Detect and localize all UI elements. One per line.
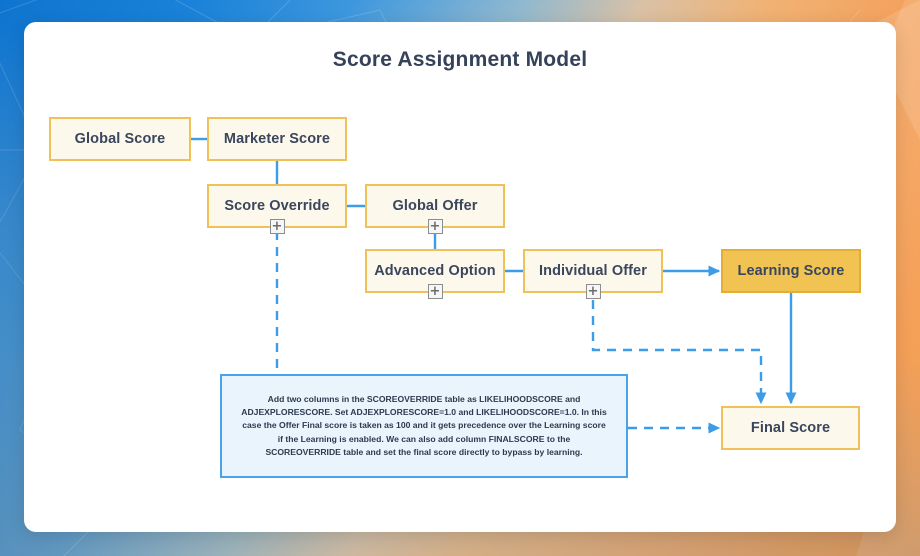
expand-icon-score-override[interactable]: + — [269, 219, 285, 234]
node-label-global-score: Global Score — [74, 131, 166, 147]
node-individual-offer[interactable]: Individual Offer + — [523, 249, 663, 299]
expand-icon-global-offer[interactable]: + — [427, 219, 443, 234]
node-label-global-offer: Global Offer — [392, 198, 478, 214]
node-global-score[interactable]: Global Score — [49, 117, 191, 161]
node-learning-score[interactable]: Learning Score — [721, 249, 861, 293]
node-advanced-option[interactable]: Advanced Option + — [365, 249, 505, 299]
diagram-canvas: Global Score Marketer Score Score Overri… — [0, 0, 920, 556]
node-score-override[interactable]: Score Override + — [207, 184, 347, 234]
node-final-score[interactable]: Final Score — [721, 406, 860, 450]
node-label-individual-offer: Individual Offer — [539, 263, 647, 279]
node-marketer-score[interactable]: Marketer Score — [207, 117, 347, 161]
node-label-score-override: Score Override — [224, 198, 330, 214]
screenshot-root: Score Assignment Model Global Score Mark… — [0, 0, 920, 556]
expand-icon-advanced-option[interactable]: + — [427, 284, 443, 299]
note-box[interactable]: Add two columns in the SCOREOVERRIDE tab… — [220, 374, 628, 478]
node-label-learning-score: Learning Score — [737, 263, 845, 279]
node-global-offer[interactable]: Global Offer + — [365, 184, 505, 234]
expand-icon-individual-offer[interactable]: + — [585, 284, 601, 299]
note-text: Add two columns in the SCOREOVERRIDE tab… — [241, 394, 607, 457]
node-label-final-score: Final Score — [750, 420, 831, 436]
node-label-advanced-option: Advanced Option — [374, 263, 496, 279]
node-label-marketer-score: Marketer Score — [223, 131, 331, 147]
